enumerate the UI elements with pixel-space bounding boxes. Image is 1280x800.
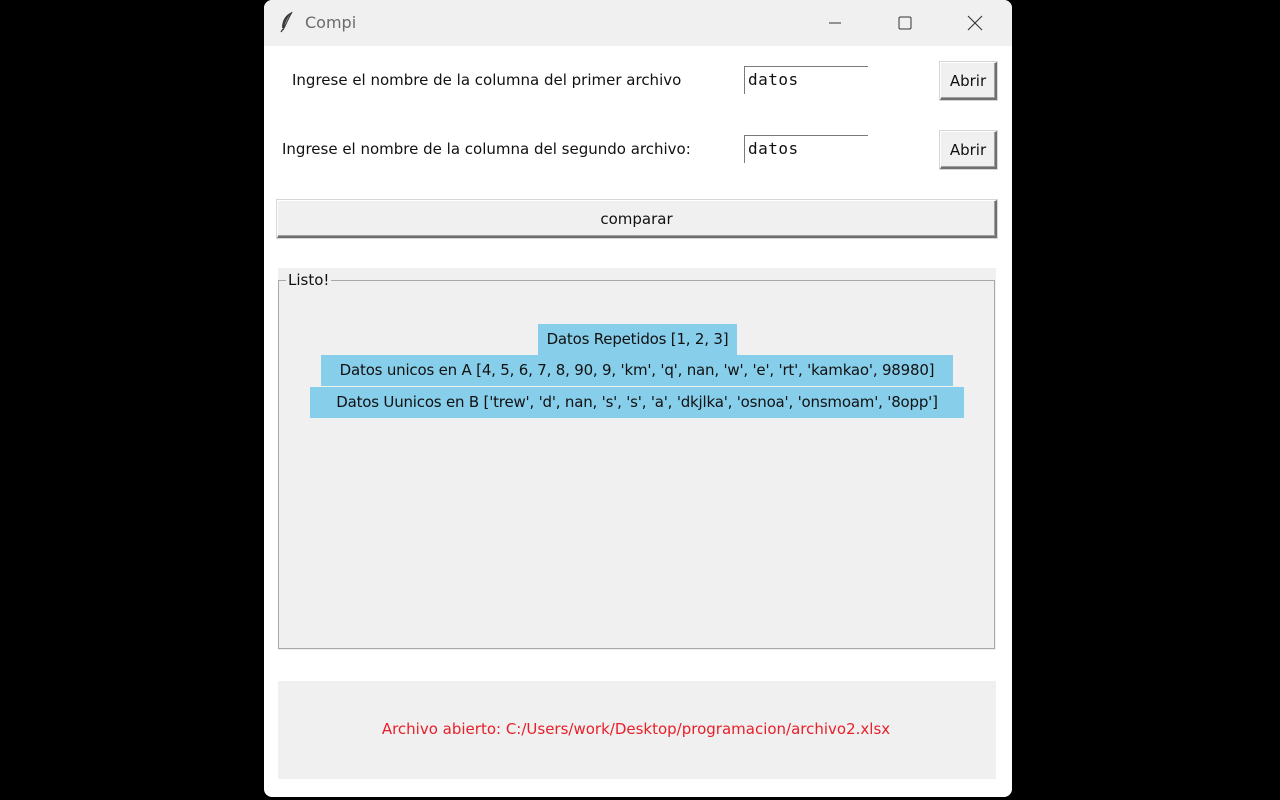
first-file-column-label: Ingrese el nombre de la columna del prim…	[292, 71, 682, 89]
unique-in-b-line: Datos Uunicos en B ['trew', 'd', nan, 's…	[310, 387, 964, 418]
open-second-file-button[interactable]: Abrir	[940, 131, 997, 169]
window-title: Compi	[305, 13, 357, 32]
minimize-icon	[829, 22, 841, 24]
results-frame-title: Listo!	[286, 271, 332, 289]
close-button[interactable]	[940, 0, 1010, 46]
close-icon	[967, 15, 983, 31]
app-window: Compi Ingrese el nombre de la columna de…	[264, 0, 1012, 797]
status-message: Archivo abierto: C:/Users/work/Desktop/p…	[381, 720, 891, 738]
first-column-input[interactable]: datos	[744, 66, 868, 94]
feather-icon	[280, 11, 293, 33]
second-file-column-label: Ingrese el nombre de la columna del segu…	[282, 140, 691, 158]
unique-in-a-line: Datos unicos en A [4, 5, 6, 7, 8, 90, 9,…	[321, 355, 953, 386]
repeated-data-line: Datos Repetidos [1, 2, 3]	[538, 324, 737, 355]
maximize-icon	[898, 16, 912, 30]
second-column-input[interactable]: datos	[744, 135, 868, 163]
maximize-button[interactable]	[870, 0, 940, 46]
title-bar[interactable]: Compi	[264, 0, 1012, 46]
minimize-button[interactable]	[800, 0, 870, 46]
open-first-file-button[interactable]: Abrir	[940, 62, 997, 100]
compare-button[interactable]: comparar	[277, 200, 997, 238]
